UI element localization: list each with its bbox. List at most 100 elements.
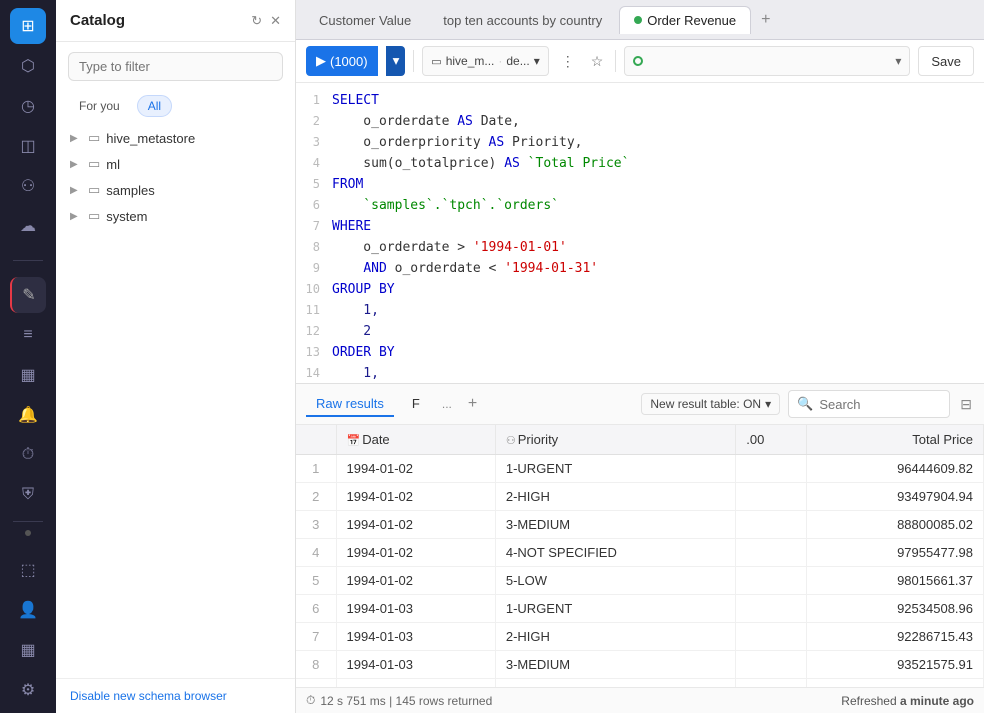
code-line-10: 10 GROUP BY — [296, 280, 984, 301]
cell-priority: 1-URGENT — [495, 595, 735, 623]
cell-decimal — [736, 539, 807, 567]
person-icon[interactable]: 👤 — [10, 592, 46, 628]
footer-status: ⏱ 12 s 751 ms | 145 rows returned — [306, 693, 492, 708]
tab-top-ten[interactable]: top ten accounts by country — [428, 6, 617, 34]
code-line-8: 8 o_orderdate > '1994-01-01' — [296, 238, 984, 259]
star-icon[interactable]: ☆ — [587, 49, 608, 74]
status-dot — [25, 530, 31, 536]
graph-icon[interactable]: ⬡ — [10, 48, 46, 84]
edit-icon[interactable]: ✎ — [10, 277, 46, 313]
refresh-icon[interactable]: ↻ — [251, 13, 262, 29]
history-icon[interactable]: ⏱ — [10, 437, 46, 473]
cell-date: 1994-01-03 — [336, 623, 495, 651]
db-icon: ▭ — [88, 156, 100, 172]
cell-total: 96444609.82 — [807, 455, 984, 483]
close-icon[interactable]: ✕ — [270, 13, 281, 29]
tab-f[interactable]: F — [402, 392, 430, 417]
cell-total: 92534508.96 — [807, 595, 984, 623]
cell-date: 1994-01-02 — [336, 455, 495, 483]
list-icon[interactable]: ≡ — [10, 317, 46, 353]
cell-total: 87568531.46 — [807, 679, 984, 688]
code-line-1: 1 SELECT — [296, 91, 984, 112]
more-tabs-icon[interactable]: ... — [438, 393, 456, 415]
shield-icon[interactable]: ⛨ — [10, 477, 46, 513]
clock-icon[interactable]: ◷ — [10, 88, 46, 124]
code-line-3: 3 o_orderpriority AS Priority, — [296, 133, 984, 154]
sidebar-header-icons: ↻ ✕ — [251, 13, 281, 29]
layout-toggle-icon[interactable]: ⊟ — [958, 394, 974, 415]
table-row: 8 1994-01-03 3-MEDIUM 93521575.91 — [296, 651, 984, 679]
cell-row-num: 6 — [296, 595, 336, 623]
code-line-9: 9 AND o_orderdate < '1994-01-31' — [296, 259, 984, 280]
results-search-input[interactable] — [819, 397, 941, 412]
table-row: 7 1994-01-03 2-HIGH 92286715.43 — [296, 623, 984, 651]
people-icon[interactable]: ⚇ — [10, 168, 46, 204]
bell-icon[interactable]: 🔔 — [10, 397, 46, 433]
cell-priority: 4-NOT SPECIFIED — [495, 539, 735, 567]
cloud-icon[interactable]: ☁ — [10, 208, 46, 244]
footer-time-info: 12 s 751 ms | 145 rows returned — [320, 694, 492, 708]
save-button[interactable]: Save — [918, 46, 974, 76]
cell-priority: 3-MEDIUM — [495, 651, 735, 679]
tab-customer-value[interactable]: Customer Value — [304, 6, 426, 34]
run-button[interactable]: ▶ (1000) — [306, 46, 378, 76]
tree-item-samples[interactable]: ▶ ▭ samples — [56, 177, 295, 203]
cell-row-num: 1 — [296, 455, 336, 483]
toolbar-separator — [413, 50, 414, 72]
cell-total: 92286715.43 — [807, 623, 984, 651]
tab-order-revenue[interactable]: Order Revenue — [619, 6, 751, 34]
cell-decimal — [736, 623, 807, 651]
cell-total: 98015661.37 — [807, 567, 984, 595]
cell-date: 1994-01-03 — [336, 595, 495, 623]
cell-priority: 2-HIGH — [495, 483, 735, 511]
footer-refresh: Refreshed a minute ago — [841, 694, 974, 708]
tab-for-you[interactable]: For you — [68, 95, 131, 117]
tree-item-system[interactable]: ▶ ▭ system — [56, 203, 295, 229]
status-input[interactable]: ▾ — [624, 46, 910, 76]
gear-icon[interactable]: ⚙ — [10, 672, 46, 708]
table2-icon[interactable]: ▦ — [10, 632, 46, 668]
catalog-icon: ▭ — [431, 55, 441, 68]
layers-icon[interactable]: ◫ — [10, 128, 46, 164]
code-editor[interactable]: 1 SELECT 2 o_orderdate AS Date, 3 o_orde… — [296, 83, 984, 383]
catalog-sep: · — [498, 54, 502, 68]
catalog-picker[interactable]: ▭ hive_m... · de... ▾ — [422, 46, 548, 76]
cell-decimal — [736, 483, 807, 511]
db-dropdown-arrow: ▾ — [534, 54, 540, 68]
code-line-7: 7 WHERE — [296, 217, 984, 238]
cell-row-num: 7 — [296, 623, 336, 651]
tree-item-ml[interactable]: ▶ ▭ ml — [56, 151, 295, 177]
table-header-row: 📅Date ⚇Priority .00 Total Price — [296, 425, 984, 455]
run-dropdown-button[interactable]: ▾ — [386, 46, 406, 76]
cell-total: 97955477.98 — [807, 539, 984, 567]
results-search-box[interactable]: 🔍 — [788, 390, 950, 418]
cell-decimal — [736, 595, 807, 623]
tree-item-hive[interactable]: ▶ ▭ hive_metastore — [56, 125, 295, 151]
home-icon[interactable]: ⊞ — [10, 8, 46, 44]
results-table-wrapper: 📅Date ⚇Priority .00 Total Price 1 1994-0… — [296, 425, 984, 687]
tab-raw-results[interactable]: Raw results — [306, 392, 394, 417]
tab-all[interactable]: All — [137, 95, 172, 117]
new-result-table-toggle[interactable]: New result table: ON ▾ — [641, 393, 780, 415]
results-tbody: 1 1994-01-02 1-URGENT 96444609.82 2 1994… — [296, 455, 984, 688]
table-row: 3 1994-01-02 3-MEDIUM 88800085.02 — [296, 511, 984, 539]
cell-priority: 5-LOW — [495, 567, 735, 595]
run-count: (1000) — [330, 54, 368, 69]
cell-date: 1994-01-02 — [336, 511, 495, 539]
catalog-search-input[interactable] — [68, 52, 283, 81]
more-options-icon[interactable]: ⋮ — [557, 49, 579, 74]
sidebar-footer-link[interactable]: Disable new schema browser — [56, 678, 295, 713]
cell-total: 93521575.91 — [807, 651, 984, 679]
query-tab-bar: Customer Value top ten accounts by count… — [296, 0, 984, 40]
cell-priority: 1-URGENT — [495, 455, 735, 483]
add-tab-button[interactable]: + — [753, 7, 778, 33]
code-line-5: 5 FROM — [296, 175, 984, 196]
cell-row-num: 5 — [296, 567, 336, 595]
grid-icon[interactable]: ▦ — [10, 357, 46, 393]
results-toolbar: Raw results F ... + New result table: ON… — [296, 384, 984, 425]
add-result-tab-button[interactable]: + — [464, 391, 481, 417]
box-icon[interactable]: ⬚ — [10, 552, 46, 588]
cell-decimal — [736, 455, 807, 483]
cell-priority: 3-MEDIUM — [495, 511, 735, 539]
results-table: 📅Date ⚇Priority .00 Total Price 1 1994-0… — [296, 425, 984, 687]
